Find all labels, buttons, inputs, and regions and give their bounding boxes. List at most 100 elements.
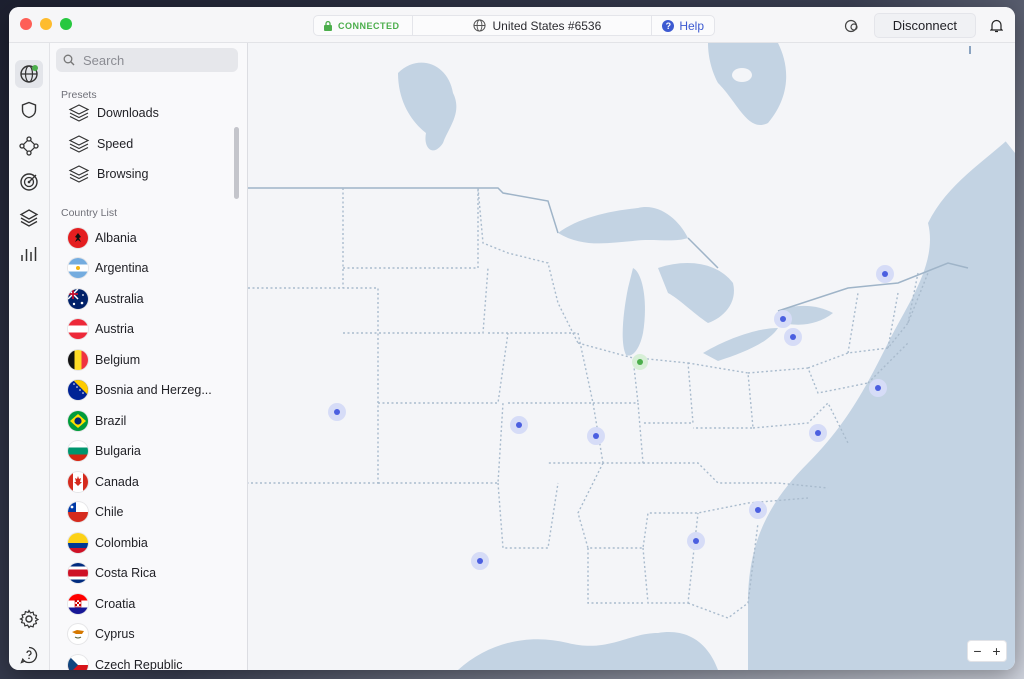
sidebar-scrollbar[interactable] [234,127,239,199]
country-item-cyprus[interactable]: Cyprus [68,621,135,647]
zoom-in-button[interactable]: + [992,643,1000,659]
country-label: Australia [95,292,144,306]
server-name: United States #6536 [492,18,602,33]
window-controls [20,18,72,30]
country-label: Czech Republic [95,658,183,670]
albania-flag-icon [68,228,88,248]
titlebar-actions: Disconnect [844,13,1003,38]
lake-huron [658,263,734,323]
help-label: Help [679,18,704,33]
target-icon [20,173,38,191]
nav-meshnet-button[interactable] [15,132,43,160]
canada-border [248,187,969,312]
map-canvas[interactable] [248,43,1015,670]
help-button[interactable]: ? Help [651,16,714,35]
country-label: Croatia [95,597,136,611]
hudson-bay [398,62,457,151]
lake-michigan [622,268,645,356]
country-item-australia[interactable]: Australia [68,286,144,312]
bay-island [732,68,752,82]
country-item-brazil[interactable]: Brazil [68,408,126,434]
bulgaria-flag-icon [68,441,88,461]
country-label: Brazil [95,414,127,428]
preset-speed[interactable]: Speed [68,131,133,157]
country-item-bulgaria[interactable]: Bulgaria [68,438,141,464]
country-label: Canada [95,475,139,489]
lake-superior [558,207,688,244]
connection-status-text: CONNECTED [338,20,400,31]
disconnect-button[interactable]: Disconnect [873,13,976,38]
connection-status: CONNECTED [314,16,413,35]
close-window-button[interactable] [20,18,32,30]
preset-downloads[interactable]: Downloads [68,100,159,126]
settings-button[interactable] [15,605,43,633]
meshnet-icon[interactable] [844,18,860,34]
layers-icon [19,209,39,227]
server-selector[interactable]: United States #6536 [413,19,652,33]
country-item-costa-rica[interactable]: Costa Rica [68,560,156,586]
country-item-argentina[interactable]: Argentina [68,255,149,281]
north-atlantic-water [965,43,1015,153]
title-bar: CONNECTED United States #6536 ? Help Dis… [9,7,1015,43]
colombia-flag-icon [68,533,88,553]
help-icon: ? [662,19,675,32]
preset-browsing[interactable]: Browsing [68,161,148,187]
country-label: Argentina [95,261,149,275]
nav-map-button[interactable] [15,60,43,88]
cyprus-flag-icon [68,624,88,644]
preset-label: Speed [97,137,134,151]
nav-specialty-servers-button[interactable] [15,204,43,232]
nav-dark-web-monitor-button[interactable] [15,168,43,196]
james-bay [708,43,787,125]
country-item-austria[interactable]: Austria [68,316,134,342]
costa-rica-flag-icon [68,563,88,583]
question-bubble-icon [20,646,38,664]
lake-erie [703,328,778,361]
search-icon [63,54,75,66]
app-window: CONNECTED United States #6536 ? Help Dis… [9,7,1015,670]
search-input[interactable] [81,51,225,69]
search-box[interactable] [56,48,238,72]
country-item-colombia[interactable]: Colombia [68,530,148,556]
country-item-czech-republic[interactable]: Czech Republic [68,652,183,670]
bosnia-flag-icon [68,380,88,400]
country-label: Cyprus [95,627,135,641]
layers-icon [68,104,90,122]
layers-icon [68,135,90,153]
mesh-network-icon [19,136,39,156]
zoom-control: − + [967,640,1007,662]
country-label: Belgium [95,353,141,367]
brazil-flag-icon [68,411,88,431]
server-map[interactable]: − + [248,43,1015,670]
country-label: Bosnia and Herzeg... [95,383,212,397]
support-button[interactable] [15,641,43,669]
connection-bar: CONNECTED United States #6536 ? Help [313,15,715,36]
gulf-of-mexico [458,632,718,670]
bar-chart-icon [21,247,37,261]
nav-statistics-button[interactable] [15,240,43,268]
country-item-belgium[interactable]: Belgium [68,347,140,373]
globe-icon [472,19,486,32]
nav-threat-protection-button[interactable] [15,96,43,124]
atlantic-ocean [748,133,1015,670]
austria-flag-icon [68,319,88,339]
czech-republic-flag-icon [68,655,88,670]
country-label: Austria [95,322,134,336]
country-item-albania[interactable]: Albania [68,225,137,251]
country-item-bosnia[interactable]: Bosnia and Herzeg... [68,377,212,403]
minimize-window-button[interactable] [40,18,52,30]
country-label: Costa Rica [95,566,157,580]
zoom-out-button[interactable]: − [973,643,981,659]
country-item-croatia[interactable]: Croatia [68,591,135,617]
chile-flag-icon [68,502,88,522]
maximize-window-button[interactable] [60,18,72,30]
australia-flag-icon [68,289,88,309]
country-item-canada[interactable]: Canada [68,469,139,495]
country-item-chile[interactable]: Chile [68,499,124,525]
croatia-flag-icon [68,594,88,614]
server-sidebar: Presets Downloads Speed Browsing Country… [50,43,248,670]
argentina-flag-icon [68,258,88,278]
lock-icon [324,20,332,31]
bell-icon[interactable] [990,19,1003,33]
country-label: Bulgaria [95,444,141,458]
